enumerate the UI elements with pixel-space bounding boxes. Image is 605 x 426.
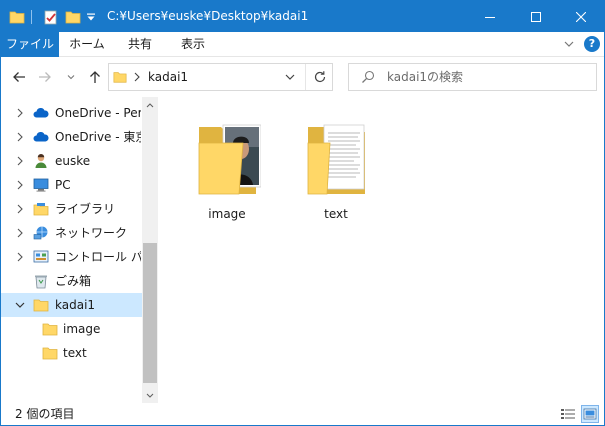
expand-chevron-icon[interactable] [15, 180, 25, 190]
forward-arrow-icon[interactable] [35, 67, 55, 87]
folder-icon [42, 345, 58, 361]
tree-item-image[interactable]: image [1, 317, 142, 341]
tree-item-label: ネットワーク [55, 226, 128, 240]
refresh-icon[interactable] [313, 70, 327, 87]
file-item-label: image [208, 207, 246, 221]
expand-chevron-icon[interactable] [15, 252, 25, 262]
item-count: 2 個の項目 [15, 407, 75, 421]
tree-item-label: kadai1 [55, 298, 96, 312]
tree-item-label: コントロール パネル [55, 250, 141, 264]
recycle-bin-icon [33, 273, 49, 289]
ribbon-tabs: ファイル ホーム 共有 表示 ? [1, 32, 604, 57]
pc-icon [33, 177, 49, 193]
folder-icon [9, 1, 25, 32]
expand-chevron-icon[interactable] [15, 228, 25, 238]
tree-item-onedrive-university[interactable]: OneDrive - 東京大学 [1, 125, 142, 149]
expand-chevron-icon[interactable] [15, 204, 25, 214]
large-icons-view-icon[interactable] [581, 405, 599, 423]
quick-access-dropdown-icon[interactable] [86, 1, 96, 32]
up-arrow-icon[interactable] [85, 67, 105, 87]
breadcrumb-chevron-icon[interactable] [133, 70, 141, 87]
expand-chevron-icon[interactable] [15, 156, 25, 166]
expand-chevron-icon[interactable] [15, 108, 25, 118]
file-item-image[interactable]: image [189, 117, 265, 227]
scrollbar-thumb[interactable] [143, 243, 157, 383]
properties-icon[interactable] [43, 1, 59, 32]
tab-home[interactable]: ホーム [63, 32, 111, 57]
new-folder-icon[interactable] [65, 1, 81, 32]
search-icon [361, 70, 375, 87]
maximize-button[interactable] [513, 1, 559, 32]
tree-item-label: ライブラリ [55, 202, 116, 216]
tree-item-pc[interactable]: PC [1, 173, 142, 197]
back-arrow-icon[interactable] [9, 67, 29, 87]
window-title: C:¥Users¥euske¥Desktop¥kadai1 [107, 9, 309, 23]
user-icon [33, 153, 49, 169]
tree-item-network[interactable]: ネットワーク [1, 221, 142, 245]
tree-item-euske[interactable]: euske [1, 149, 142, 173]
tab-file[interactable]: ファイル [1, 32, 59, 57]
tree-item-label: text [63, 346, 87, 360]
file-item-label: text [324, 207, 348, 221]
breadcrumb-current-folder[interactable]: kadai1 [148, 64, 188, 90]
minimize-button[interactable] [467, 1, 513, 32]
scroll-up-arrow-icon[interactable] [142, 97, 158, 113]
help-button[interactable]: ? [584, 36, 600, 52]
tree-item-onedrive-personal[interactable]: OneDrive - Personal [1, 101, 142, 125]
search-input[interactable] [387, 64, 587, 90]
navpane-scrollbar[interactable] [142, 97, 158, 403]
tree-item-label: euske [55, 154, 91, 168]
details-view-icon[interactable] [560, 406, 576, 422]
tree-item-label: image [63, 322, 101, 336]
tree-item-label: OneDrive - 東京大学 [55, 130, 141, 144]
scroll-down-arrow-icon[interactable] [142, 387, 158, 403]
tree-item-kadai1[interactable]: kadai1 [1, 293, 142, 317]
tree-item-label: OneDrive - Personal [55, 106, 141, 120]
expand-chevron-icon[interactable] [15, 132, 25, 142]
control-panel-icon [33, 249, 49, 265]
folder-icon [42, 321, 58, 337]
collapse-chevron-icon[interactable] [15, 300, 25, 310]
tree-item-libraries[interactable]: ライブラリ [1, 197, 142, 221]
tab-view[interactable]: 表示 [171, 32, 215, 57]
document-folder-icon [302, 117, 370, 200]
file-explorer-window: C:¥Users¥euske¥Desktop¥kadai1 ファイル ホーム 共… [0, 0, 605, 426]
close-button[interactable] [558, 1, 604, 32]
search-box[interactable] [348, 63, 597, 91]
toolbar-divider [31, 10, 32, 24]
navigation-pane: OneDrive - Personal OneDrive - 東京大学 eusk… [1, 97, 158, 403]
recent-locations-chevron-icon[interactable] [61, 67, 81, 87]
folder-icon [113, 70, 127, 87]
address-bar[interactable]: kadai1 [108, 63, 333, 91]
onedrive-icon [33, 105, 49, 121]
address-history-chevron-icon[interactable] [285, 71, 295, 86]
navigation-bar: kadai1 [1, 57, 604, 97]
file-list-area[interactable]: image text [158, 97, 604, 403]
tree-item-label: PC [55, 178, 71, 192]
folder-icon [33, 297, 49, 313]
tree-item-label: ごみ箱 [55, 274, 92, 288]
status-bar: 2 個の項目 [1, 403, 604, 425]
address-divider [305, 64, 306, 90]
tree-item-recycle-bin[interactable]: ごみ箱 [1, 269, 142, 293]
onedrive-icon [33, 129, 49, 145]
expand-ribbon-chevron-icon[interactable] [562, 37, 576, 51]
network-icon [33, 225, 49, 241]
title-bar[interactable]: C:¥Users¥euske¥Desktop¥kadai1 [1, 1, 604, 32]
photo-folder-icon [193, 117, 262, 200]
tree-item-control-panel[interactable]: コントロール パネル [1, 245, 142, 269]
tree-item-text[interactable]: text [1, 341, 142, 365]
library-icon [33, 201, 49, 217]
tab-share[interactable]: 共有 [118, 32, 162, 57]
file-item-text[interactable]: text [298, 117, 374, 227]
